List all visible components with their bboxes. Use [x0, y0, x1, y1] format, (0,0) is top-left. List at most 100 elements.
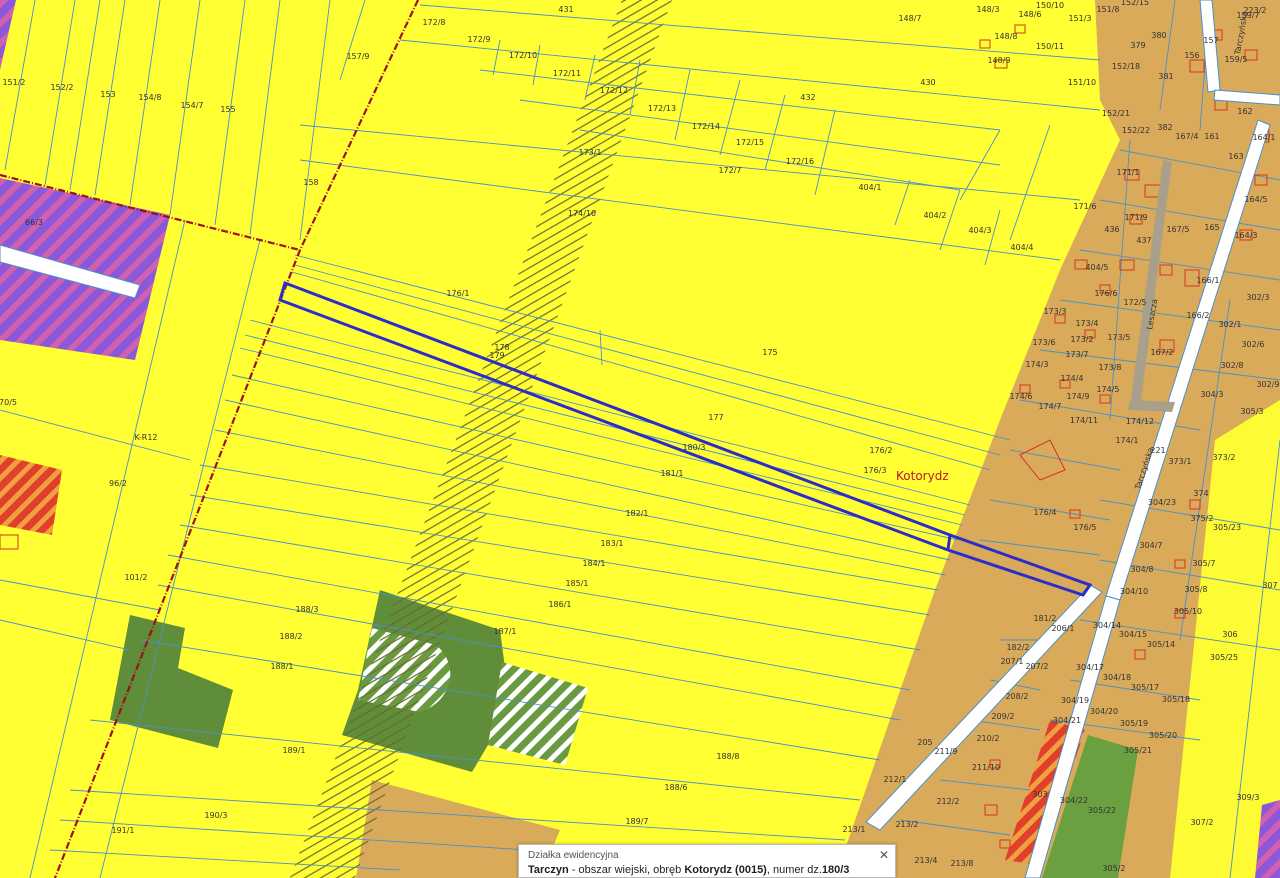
parcel-number-label: 176/6 [1094, 289, 1117, 298]
parcel-number-label: 302/6 [1241, 340, 1264, 349]
parcel-number-label: 151/3 [1068, 14, 1091, 23]
parcel-number-label: 213/1 [842, 825, 865, 834]
parcel-number-label: 181/2 [1033, 614, 1056, 623]
parcel-number-label: 174/7 [1038, 402, 1061, 411]
parcel-number-label: 305/25 [1210, 653, 1238, 662]
parcel-number-label: 167/4 [1175, 132, 1198, 141]
parcel-number-label: 305/20 [1149, 731, 1177, 740]
parcel-number-label: 404/4 [1010, 243, 1033, 252]
parcel-number-label: 96/2 [109, 479, 127, 488]
parcel-number-label: 302/3 [1246, 293, 1269, 302]
parcel-number-label: 207/2 [1025, 662, 1048, 671]
parcel-number-label: 208/2 [1005, 692, 1028, 701]
parcel-number-label: 173/1 [578, 148, 601, 157]
parcel-number-label: 305/7 [1192, 559, 1215, 568]
parcel-number-label: 166/2 [1186, 311, 1209, 320]
parcel-number-label: 188/6 [664, 783, 687, 792]
parcel-number-label: 171/9 [1124, 213, 1147, 222]
parcel-number-label: 173/8 [1098, 363, 1121, 372]
parcel-number-label: 172/15 [736, 138, 764, 147]
parcel-number-label: 305/18 [1162, 695, 1190, 704]
parcel-number-label: 176/4 [1033, 508, 1056, 517]
parcel-number-label: 307 [1262, 581, 1277, 590]
parcel-number-label: 152/15 [1121, 0, 1149, 7]
parcel-number-label: K-R12 [134, 433, 157, 442]
parcel-number-label: 304/14 [1093, 621, 1121, 630]
parcel-number-label: 436 [1104, 225, 1119, 234]
parcel-number-label: 155 [220, 105, 235, 114]
popup-commune: Tarczyn [528, 864, 569, 876]
parcel-number-label: 213/2 [895, 820, 918, 829]
parcel-number-label: 185/1 [565, 579, 588, 588]
parcel-number-label: 404/5 [1085, 263, 1108, 272]
parcel-number-label: 373/1 [1168, 457, 1191, 466]
parcel-number-label: 184/1 [582, 559, 605, 568]
parcel-number-label: 430 [920, 78, 935, 87]
parcel-number-label: 379 [1130, 41, 1145, 50]
parcel-number-label: 176/3 [863, 466, 886, 475]
parcel-number-label: 156 [1184, 51, 1199, 60]
parcel-number-label: 304/3 [1200, 390, 1223, 399]
parcel-number-label: 304/15 [1119, 630, 1147, 639]
parcel-number-label: 375/2 [1190, 514, 1213, 523]
parcel-number-label: 213/8 [950, 859, 973, 868]
parcel-number-label: 179 [489, 351, 504, 360]
popup-commune-type: - obszar wiejski [568, 864, 648, 876]
parcel-number-label: 154/7 [180, 101, 203, 110]
parcel-number-label: 172/16 [786, 157, 814, 166]
parcel-number-label: 189/7 [625, 817, 648, 826]
parcel-number-label: 177 [708, 413, 723, 422]
parcel-number-label: 174/12 [1126, 417, 1154, 426]
parcel-number-label: 174/4 [1060, 374, 1083, 383]
parcel-number-label: 150/10 [1036, 1, 1064, 10]
parcel-number-label: 190/3 [204, 811, 227, 820]
parcel-number-label: 174/11 [1070, 416, 1098, 425]
parcel-number-label: 159/5 [1224, 55, 1247, 64]
parcel-number-label: 173/3 [1043, 307, 1066, 316]
parcel-number-label: 373/2 [1212, 453, 1235, 462]
parcel-number-label: 167/2 [1150, 348, 1173, 357]
parcel-number-label: 164/3 [1234, 231, 1257, 240]
popup-number-label: , numer dz. [766, 864, 822, 876]
parcel-number-label: 151/8 [1096, 5, 1119, 14]
parcel-info-popup: Działka ewidencyjna Tarczyn - obszar wie… [518, 844, 896, 878]
parcel-number-label: 173/5 [1107, 333, 1130, 342]
parcel-number-label: 187/1 [493, 627, 516, 636]
parcel-number-label: 150/11 [1036, 42, 1064, 51]
parcel-number-label: 307/2 [1190, 818, 1213, 827]
parcel-number-label: 304/20 [1090, 707, 1118, 716]
parcel-number-label: 382 [1157, 123, 1172, 132]
parcel-number-label: 173/4 [1075, 319, 1098, 328]
parcel-number-label: 173/6 [1032, 338, 1055, 347]
parcel-number-label: 164/1 [1252, 133, 1275, 142]
parcel-number-label: 163 [1228, 152, 1243, 161]
close-icon[interactable]: ✕ [879, 848, 889, 862]
parcel-number-label: 207/1 [1000, 657, 1023, 666]
map-viewport[interactable]: 431 172/8 172/9 172/10 172/11 172/12 172/13 172… [0, 0, 1280, 878]
parcel-number-label: 171/1 [1116, 168, 1139, 177]
parcel-number-label: 305/14 [1147, 640, 1175, 649]
parcel-number-label: 305/17 [1131, 683, 1159, 692]
parcel-number-label: 172/13 [648, 104, 676, 113]
parcel-number-label: 174/10 [568, 209, 596, 218]
popup-details: Tarczyn - obszar wiejski, obręb Kotorydz… [528, 863, 886, 877]
parcel-number-label: 172/9 [467, 35, 490, 44]
parcel-number-label: 101/2 [124, 573, 147, 582]
parcel-number-label: 172/10 [509, 51, 537, 60]
parcel-number-label: 437 [1136, 236, 1151, 245]
parcel-number-label: 304/7 [1139, 541, 1162, 550]
parcel-number-label: 431 [558, 5, 573, 14]
map-canvas[interactable]: 431 172/8 172/9 172/10 172/11 172/12 172/13 172… [0, 0, 1280, 878]
parcel-number-label: 148/3 [976, 5, 999, 14]
parcel-number-label: 305/23 [1213, 523, 1241, 532]
parcel-number-label: 162 [1237, 107, 1252, 116]
parcel-number-label: 304/10 [1120, 587, 1148, 596]
parcel-number-label: 172/12 [600, 86, 628, 95]
popup-parcel-number: 180/3 [821, 864, 850, 876]
parcel-number-label: 380 [1151, 31, 1166, 40]
parcel-number-label: 212/2 [936, 797, 959, 806]
parcel-number-label: 186/1 [548, 600, 571, 609]
parcel-number-label: 148/6 [1018, 10, 1041, 19]
parcel-number-label: 158 [303, 178, 318, 187]
parcel-number-label: 432 [800, 93, 815, 102]
